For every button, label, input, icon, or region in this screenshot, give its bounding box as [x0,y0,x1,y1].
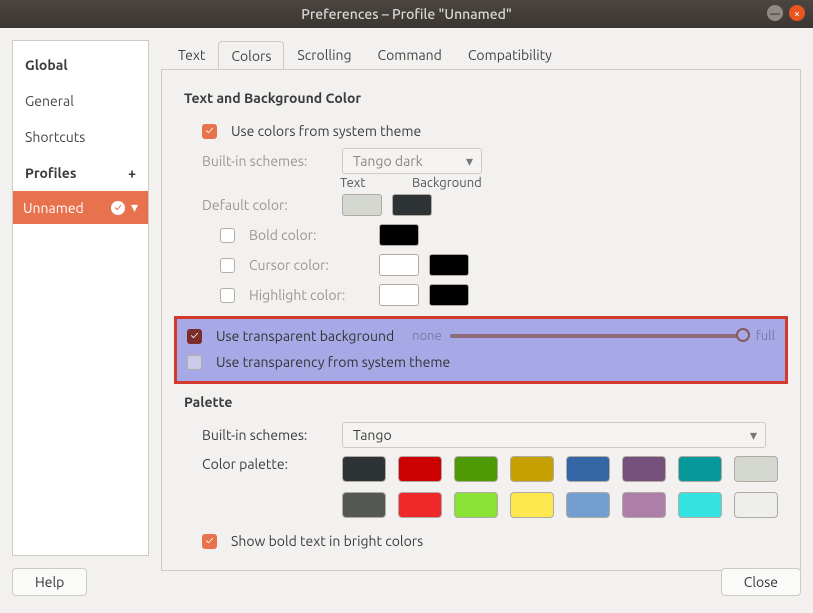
profile-menu-chevron-icon[interactable]: ▾ [131,199,138,216]
text-bg-section-title: Text and Background Color [184,90,778,106]
palette-color[interactable] [454,456,498,482]
palette-color[interactable] [678,492,722,518]
sidebar-item-general[interactable]: General [13,83,148,119]
use-transparent-bg-checkbox[interactable]: ✓ [187,329,202,344]
show-bold-bright-checkbox[interactable]: ✓ [202,534,217,549]
palette-color[interactable] [398,456,442,482]
palette-color[interactable] [342,456,386,482]
palette-row-2 [342,492,778,518]
slider-none-label: none [412,329,442,343]
add-profile-button[interactable]: + [128,165,136,181]
use-transparency-theme-label: Use transparency from system theme [216,354,450,370]
highlight-color-checkbox[interactable]: ✓ [220,288,235,303]
palette-scheme-dropdown[interactable]: Tango [342,422,766,448]
bold-color-label: Bold color: [249,227,369,243]
sidebar: Global General Shortcuts Profiles + Unna… [12,40,149,556]
sidebar-header-profiles: Profiles + [13,155,148,191]
palette-color[interactable] [734,456,778,482]
cursor-bg-color[interactable] [429,254,469,276]
close-window-button[interactable]: × [789,5,805,21]
tab-compatibility[interactable]: Compatibility [455,40,565,69]
sidebar-item-unnamed[interactable]: Unnamed ✓ ▾ [13,191,148,224]
color-palette-label: Color palette: [202,456,332,472]
highlight-color-label: Highlight color: [249,287,369,303]
palette-color[interactable] [566,492,610,518]
use-system-colors-label: Use colors from system theme [231,123,421,139]
default-color-label: Default color: [202,197,332,213]
tab-command[interactable]: Command [365,40,455,69]
transparency-slider[interactable] [450,334,748,338]
palette-color[interactable] [510,456,554,482]
tab-text[interactable]: Text [165,40,218,69]
window-title: Preferences – Profile "Unnamed" [301,6,512,22]
show-bold-bright-row[interactable]: ✓ Show bold text in bright colors [184,526,778,556]
transparency-highlight-box: ✓ Use transparent background none full ✓… [174,316,788,384]
use-transparency-theme-checkbox[interactable]: ✓ [187,355,202,370]
use-transparency-theme-row[interactable]: ✓ Use transparency from system theme [187,349,775,375]
sidebar-profiles-label: Profiles [25,165,76,181]
help-button[interactable]: Help [12,568,87,596]
active-profile-label: Unnamed [23,200,84,216]
highlight-bg-color[interactable] [429,284,469,306]
palette-row-1 [342,456,778,482]
palette-color[interactable] [678,456,722,482]
use-transparent-bg-row[interactable]: ✓ Use transparent background none full [187,323,775,349]
tab-scrolling[interactable]: Scrolling [284,40,364,69]
built-in-schemes-dropdown[interactable]: Tango dark [342,148,482,174]
palette-color[interactable] [622,492,666,518]
bold-color-checkbox[interactable]: ✓ [220,228,235,243]
column-header-background: Background [412,176,482,190]
close-button[interactable]: Close [721,568,801,596]
use-system-colors-checkbox[interactable]: ✓ [202,124,217,139]
window-buttons: — × [767,5,805,21]
sidebar-item-shortcuts[interactable]: Shortcuts [13,119,148,155]
tab-bar: Text Colors Scrolling Command Compatibil… [161,40,801,69]
sidebar-header-global: Global [13,47,148,83]
built-in-schemes-label: Built-in schemes: [202,153,332,169]
palette-color[interactable] [342,492,386,518]
palette-color[interactable] [566,456,610,482]
tab-colors[interactable]: Colors [218,41,284,70]
use-transparent-bg-label: Use transparent background [216,328,394,344]
cursor-text-color[interactable] [379,254,419,276]
palette-color[interactable] [454,492,498,518]
slider-full-label: full [756,329,775,343]
palette-color[interactable] [734,492,778,518]
cursor-color-checkbox[interactable]: ✓ [220,258,235,273]
column-header-text: Text [340,176,388,190]
palette-color[interactable] [398,492,442,518]
default-bg-color[interactable] [392,194,432,216]
palette-color[interactable] [510,492,554,518]
show-bold-bright-label: Show bold text in bright colors [231,533,423,549]
profile-check-icon: ✓ [111,201,125,215]
use-system-colors-row[interactable]: ✓ Use colors from system theme [184,116,778,146]
palette-scheme-label: Built-in schemes: [202,427,332,443]
cursor-color-label: Cursor color: [249,257,369,273]
minimize-button[interactable]: — [767,5,783,21]
transparency-slider-thumb[interactable] [736,328,750,342]
palette-color[interactable] [622,456,666,482]
title-bar: Preferences – Profile "Unnamed" — × [0,0,813,28]
colors-panel: Text and Background Color ✓ Use colors f… [161,69,801,571]
palette-section-title: Palette [184,394,778,410]
default-text-color[interactable] [342,194,382,216]
bold-color-swatch[interactable] [379,224,419,246]
sidebar-global-label: Global [25,57,68,73]
highlight-text-color[interactable] [379,284,419,306]
